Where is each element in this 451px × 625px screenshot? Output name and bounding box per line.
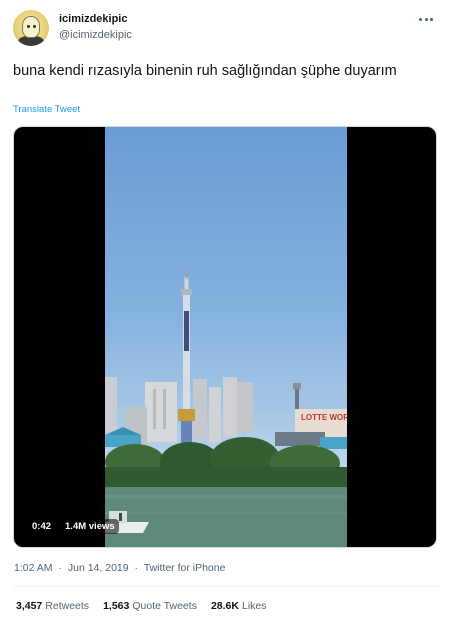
avatar[interactable] [13,10,49,46]
meta-separator: · [134,562,139,574]
likes-count: 28.6K [210,600,239,612]
author-display-name[interactable]: icimizdekipic [59,12,132,26]
author-info[interactable]: icimizdekipic @icimizdekipic [59,12,132,42]
avatar-eye-right [33,25,36,28]
translate-tweet-link[interactable]: Translate Tweet [13,104,80,115]
likes-stat[interactable]: 28.6K Likes [211,600,267,612]
video-duration: 0:42 [28,519,56,534]
likes-label: Likes [241,600,267,612]
video-stats-overlay: 0:42 1.4M views [28,519,119,534]
divider [13,586,438,587]
video-views: 1.4M views [61,519,119,534]
more-horizontal-icon[interactable] [416,12,436,26]
retweets-count: 3,457 [16,600,43,612]
avatar-eye-left [27,25,30,28]
video-player[interactable]: LOTTE WORLD [13,126,437,548]
meta-separator: · [58,562,62,574]
tweet-stats: 3,457 Retweets 1,563 Quote Tweets 28.6K Lik… [16,600,267,612]
tweet-source[interactable]: Twitter for iPhone [144,562,226,574]
tweet-text: buna kendi rızasıyla binenin ruh sağlığı… [13,63,397,79]
quote-tweets-count: 1,563 [103,600,130,612]
retweets-label: Retweets [45,600,90,612]
avatar-face [22,16,40,38]
tweet-card: icimizdekipic @icimizdekipic buna kendi … [0,0,451,625]
video-thumbnail: LOTTE WORLD [105,269,347,547]
quote-tweets-label: Quote Tweets [132,600,197,612]
tweet-date[interactable]: Jun 14, 2019 [68,562,129,574]
quote-tweets-stat[interactable]: 1,563 Quote Tweets [103,600,197,612]
tweet-time[interactable]: 1:02 AM [14,562,53,574]
lotte-world-sign: LOTTE WORLD [301,413,347,422]
author-handle[interactable]: @icimizdekipic [59,28,132,42]
tweet-header: icimizdekipic @icimizdekipic [13,10,438,48]
video-frame[interactable]: LOTTE WORLD [105,127,347,547]
retweets-stat[interactable]: 3,457 Retweets [16,600,89,612]
tweet-meta: 1:02 AM · Jun 14, 2019 · Twitter for iPh… [14,562,225,574]
